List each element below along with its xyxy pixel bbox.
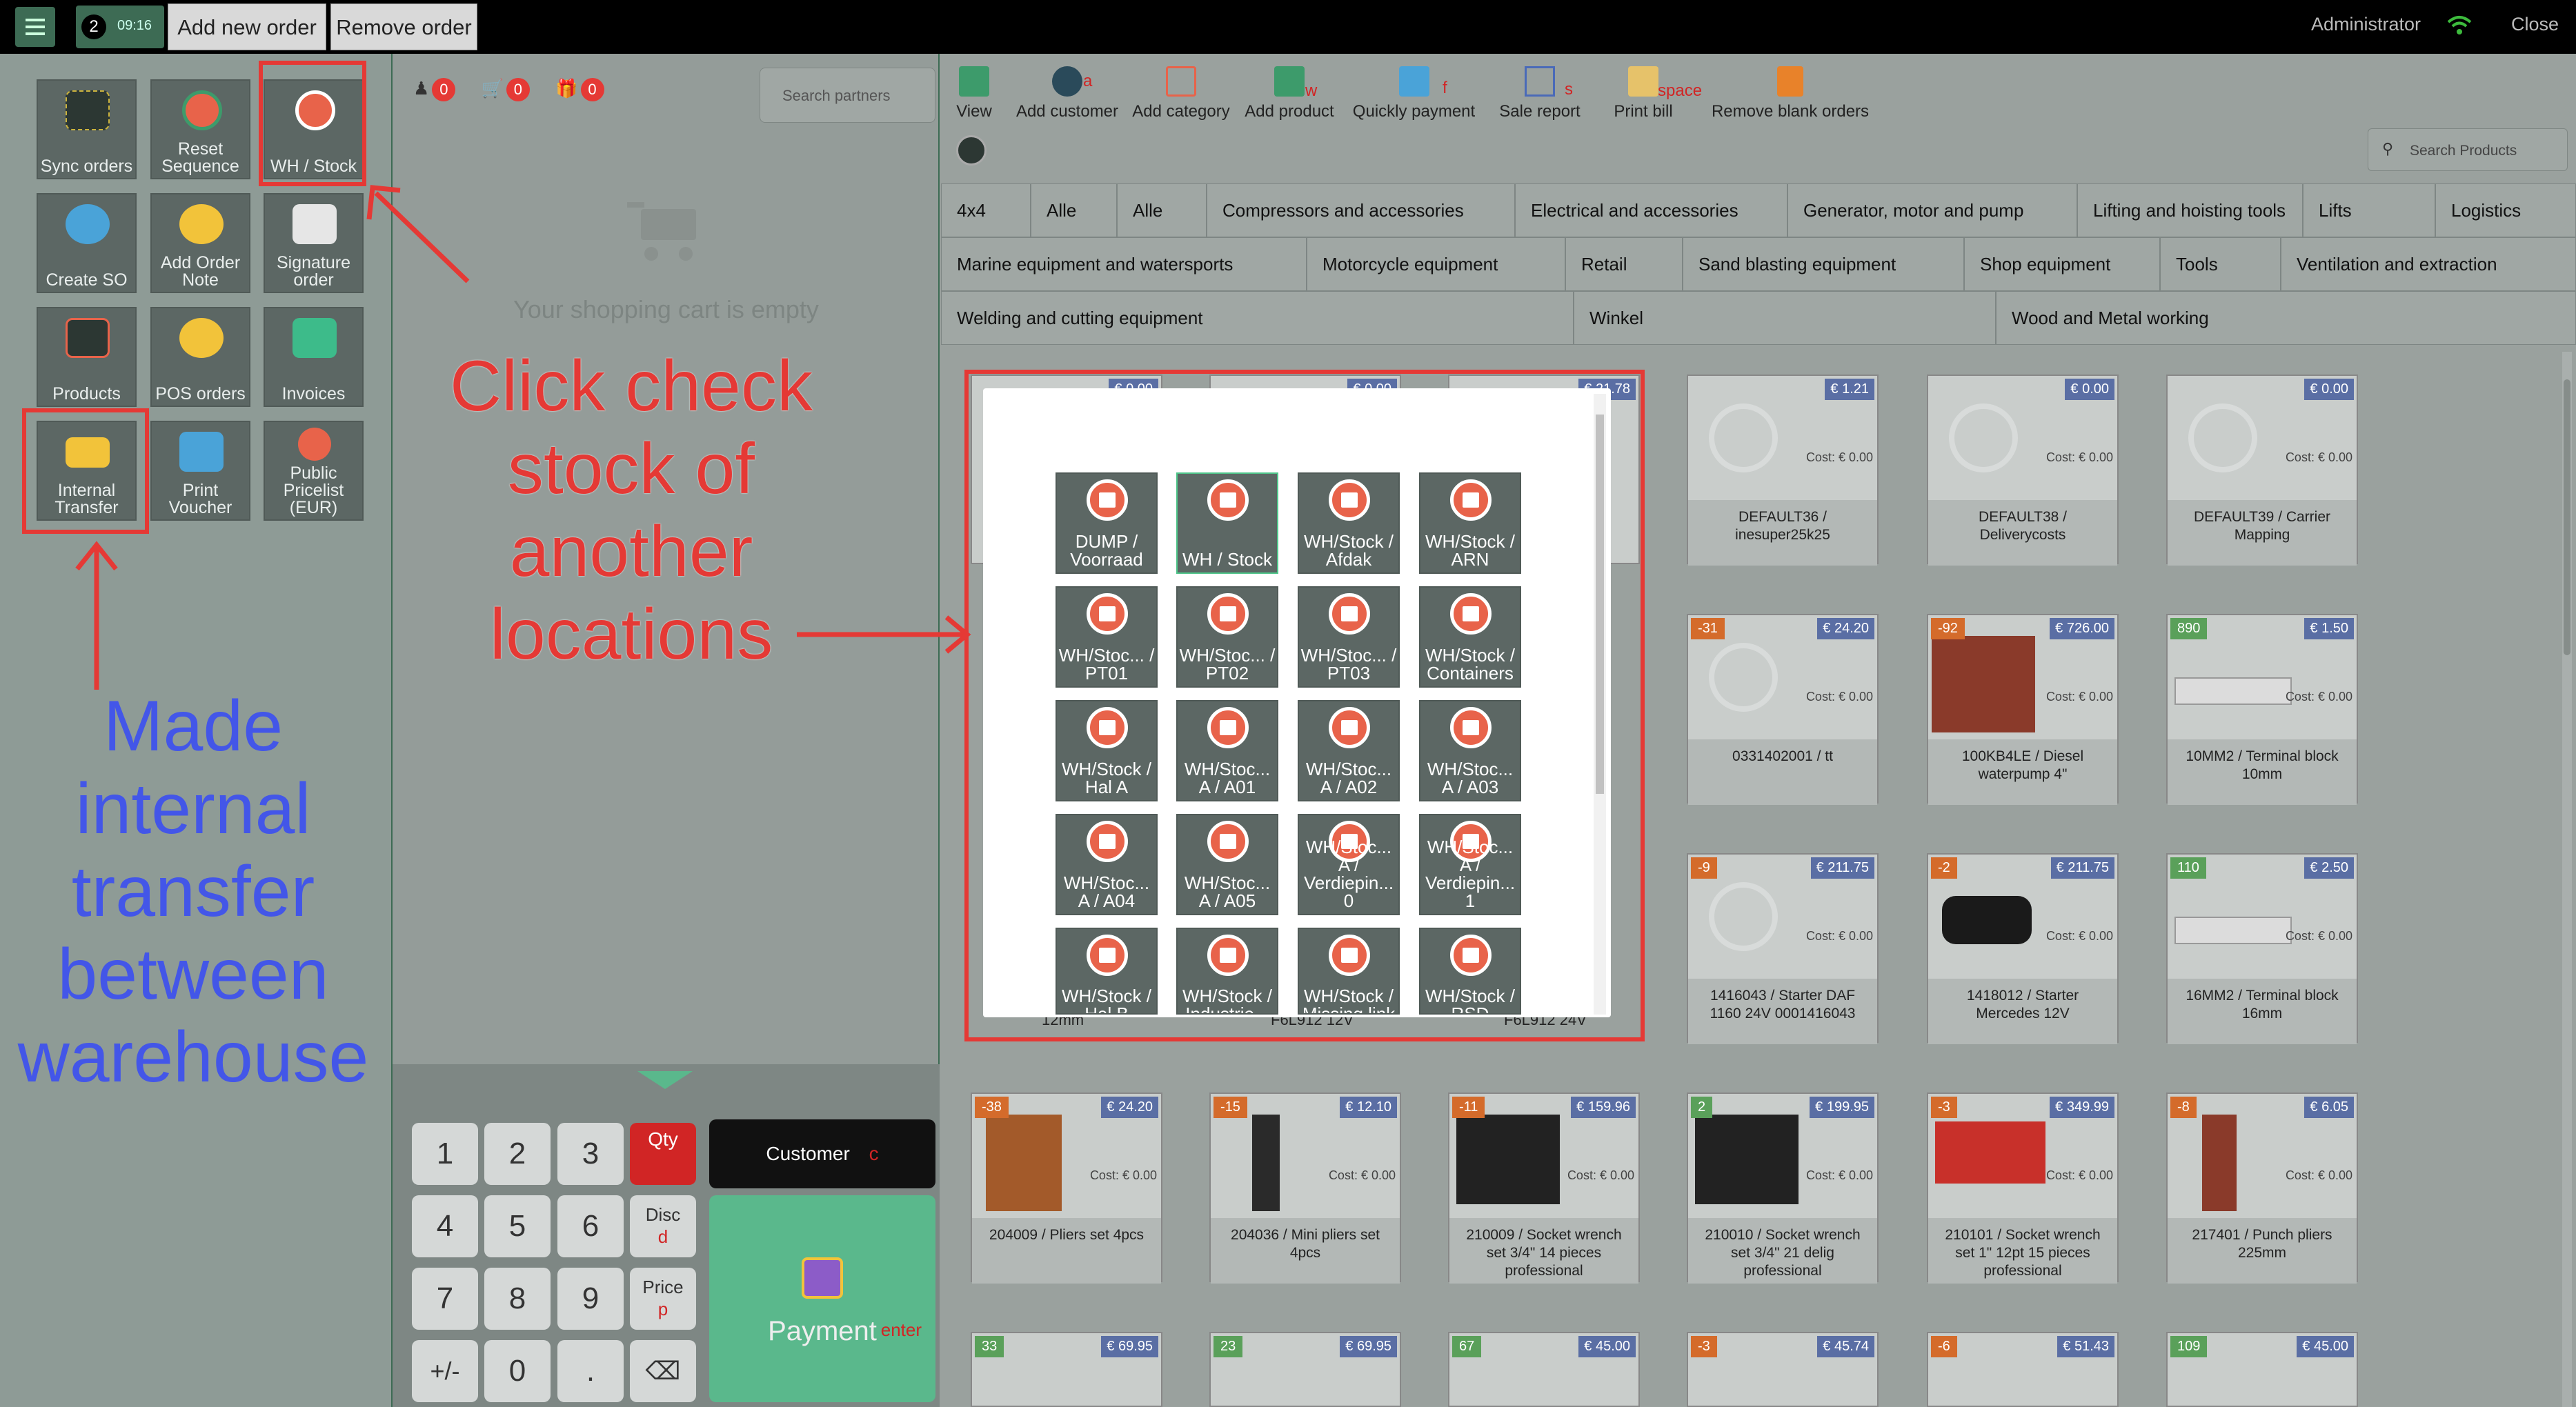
annotation-check-stock: Click check stock of another locations	[450, 346, 813, 675]
annotation-arrows	[75, 185, 971, 690]
annotation-internal-transfer: Made internal transfer between warehouse	[17, 686, 369, 1097]
